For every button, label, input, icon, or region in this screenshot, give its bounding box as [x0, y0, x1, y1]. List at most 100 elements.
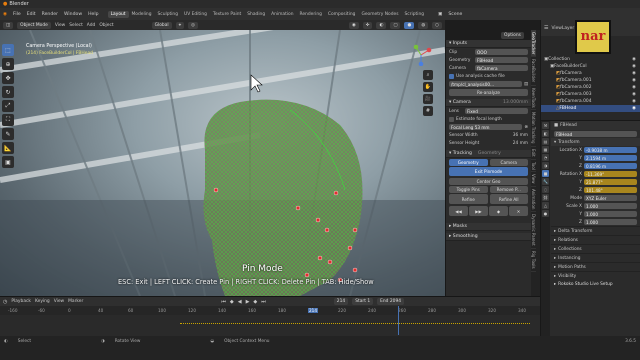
vp-menu-view[interactable]: View: [55, 23, 65, 28]
properties-section[interactable]: ▸ Instancing: [551, 253, 640, 262]
vp-menu-add[interactable]: Add: [87, 23, 96, 28]
data-props-icon[interactable]: △: [542, 202, 549, 209]
refine-button[interactable]: Refine: [449, 194, 488, 204]
object-name-field[interactable]: FBHead: [554, 131, 637, 137]
modifier-props-icon[interactable]: 🔧: [542, 178, 549, 185]
rotation-y-field[interactable]: 21.877°: [584, 179, 637, 185]
timeline-menu-keying[interactable]: Keying: [35, 299, 50, 304]
3d-viewport[interactable]: Camera Perspective (Local) (214) FaceBui…: [0, 30, 445, 296]
refine-all-button[interactable]: Refine All: [489, 194, 528, 204]
pan-hand-icon[interactable]: ✋: [423, 82, 433, 92]
outliner-row[interactable]: △ FBHead ◉: [541, 105, 640, 112]
properties-section[interactable]: ▸ Relations: [551, 235, 640, 244]
menu-window[interactable]: Window: [61, 12, 85, 17]
eye-icon[interactable]: ◉: [632, 92, 636, 97]
next-key-icon[interactable]: ◆: [253, 299, 257, 305]
geometry-field[interactable]: FBHead: [475, 57, 528, 63]
world-props-icon[interactable]: ◑: [542, 162, 549, 169]
playhead[interactable]: [398, 306, 399, 335]
grid-icon[interactable]: #: [423, 106, 433, 116]
render-props-icon[interactable]: ◧: [542, 130, 549, 137]
scene-name[interactable]: Scene: [445, 12, 465, 17]
tab-layout[interactable]: Layout: [107, 10, 129, 18]
timeline-editor-icon[interactable]: ◷: [3, 299, 7, 305]
outliner-row[interactable]: ▣ Collection ◉: [541, 56, 640, 63]
vp-menu-select[interactable]: Select: [69, 23, 83, 28]
geometry-mode-button[interactable]: Geometry: [449, 158, 488, 166]
orientation-select[interactable]: Global: [151, 21, 172, 29]
tab-uv-editing[interactable]: UV Editing: [181, 11, 210, 18]
eye-icon[interactable]: ◉: [632, 57, 636, 62]
shading-material-icon[interactable]: ◍: [418, 21, 429, 29]
eye-icon[interactable]: ◉: [632, 106, 636, 111]
camera-section-header[interactable]: ▾ Camera 13.000mm: [446, 99, 531, 107]
folder-icon[interactable]: ▤: [524, 82, 528, 87]
output-props-icon[interactable]: ▤: [542, 138, 549, 145]
view-layer-props-icon[interactable]: ▦: [542, 146, 549, 153]
vtab-rig-tools[interactable]: Rig Tools: [531, 249, 536, 272]
track-forward-icon[interactable]: ▶▶: [469, 206, 488, 216]
properties-section[interactable]: ▸ Motion Paths: [551, 262, 640, 271]
location-z-field[interactable]: 0.8196 m: [584, 163, 637, 169]
eye-icon[interactable]: ◉: [632, 64, 636, 69]
menu-file[interactable]: File: [10, 12, 24, 17]
jump-start-icon[interactable]: ⏮: [221, 299, 226, 305]
rotation-mode-select[interactable]: XYZ Euler: [584, 195, 637, 201]
visibility-icon[interactable]: ◉: [348, 21, 359, 29]
blender-menu-icon[interactable]: ◉: [0, 12, 10, 17]
end-frame-field[interactable]: End 2094: [377, 298, 405, 305]
toggle-pins-button[interactable]: Toggle Pins: [449, 185, 488, 193]
sensor-height-value[interactable]: 24 mm: [513, 141, 528, 146]
jump-end-icon[interactable]: ⏭: [261, 299, 266, 305]
smoothing-section-header[interactable]: ▸ Smoothing: [446, 233, 531, 241]
outliner-row[interactable]: ◩ fbCamera ◉: [541, 70, 640, 77]
focal-length-field[interactable]: Focal Leng 53 mm: [449, 124, 523, 130]
clip-field[interactable]: OOO: [475, 49, 528, 55]
options-button[interactable]: Options: [501, 32, 524, 39]
remove-pins-button[interactable]: Remove P...: [489, 185, 528, 193]
transform-header[interactable]: Transform: [558, 140, 579, 145]
properties-section[interactable]: ▸ Delta Transform: [551, 226, 640, 235]
tab-rendering[interactable]: Rendering: [297, 11, 325, 18]
select-box-icon[interactable]: ⬚: [2, 44, 14, 56]
xray-icon[interactable]: ▢: [390, 21, 401, 29]
timeline-menu-playback[interactable]: Playback: [11, 299, 31, 304]
gizmo-icon[interactable]: ✣: [362, 21, 373, 29]
move-icon[interactable]: ✥: [2, 72, 14, 84]
tab-sculpting[interactable]: Sculpting: [155, 11, 182, 18]
menu-render[interactable]: Render: [39, 12, 61, 17]
vtab-animation[interactable]: Animation: [531, 187, 536, 213]
snap-icon[interactable]: ⌖: [175, 21, 185, 29]
material-props-icon[interactable]: ●: [542, 210, 549, 217]
camera-mode-button[interactable]: Camera: [489, 158, 528, 166]
vtab-edit[interactable]: Edit: [531, 147, 536, 160]
tab-modeling[interactable]: Modeling: [129, 11, 155, 18]
location-y-field[interactable]: 2.1594 m: [584, 155, 637, 161]
scale-x-field[interactable]: 1.000: [584, 203, 637, 209]
add-cube-icon[interactable]: ▣: [2, 156, 14, 168]
annotate-icon[interactable]: ✎: [2, 128, 14, 140]
tab-animation[interactable]: Animation: [268, 11, 296, 18]
keyframe-track[interactable]: [0, 306, 540, 335]
vtab-tool[interactable]: Tool: [531, 160, 536, 173]
play-reverse-icon[interactable]: ◀: [238, 299, 242, 305]
rotation-z-field[interactable]: 101.48°: [584, 187, 637, 193]
menu-help[interactable]: Help: [85, 12, 101, 17]
prev-key-icon[interactable]: ◆: [230, 299, 234, 305]
tracking-section-header[interactable]: ▾ Tracking Geometry: [446, 150, 531, 158]
eye-icon[interactable]: ◉: [632, 78, 636, 83]
overlay-icon[interactable]: ◐: [376, 21, 387, 29]
cache-checkbox[interactable]: [449, 73, 454, 79]
masks-section-header[interactable]: ▸ Masks: [446, 223, 531, 231]
outliner-row[interactable]: ◩ fbCamera.002 ◉: [541, 84, 640, 91]
shading-solid-icon[interactable]: ●: [404, 21, 415, 29]
navigation-gizmo[interactable]: [410, 44, 432, 67]
inputs-header[interactable]: ▾ Inputs: [446, 40, 531, 48]
tab-geometry-nodes[interactable]: Geometry Nodes: [358, 11, 401, 18]
tab-scripting[interactable]: Scripting: [402, 11, 428, 18]
vtab-dynamic-parent[interactable]: Dynamic Parent: [531, 212, 536, 250]
properties-section[interactable]: ▸ Collections: [551, 244, 640, 253]
cursor-icon[interactable]: ⊕: [2, 58, 14, 70]
view-layer-label[interactable]: ViewLayer: [551, 26, 574, 31]
tab-texture-paint[interactable]: Texture Paint: [210, 11, 244, 18]
